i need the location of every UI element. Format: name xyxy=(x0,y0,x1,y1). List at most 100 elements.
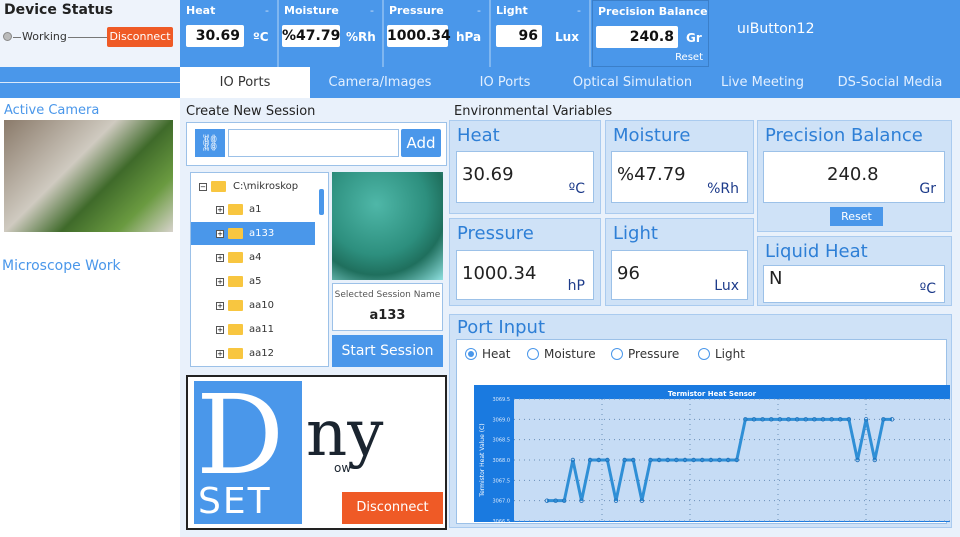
expand-icon[interactable]: + xyxy=(216,326,224,334)
card-unit: %Rh xyxy=(707,181,739,197)
card-value: 1000.34 xyxy=(462,263,537,284)
radio-icon[interactable] xyxy=(611,348,623,360)
card-unit: Lux xyxy=(714,278,739,294)
start-session-button[interactable]: Start Session xyxy=(332,335,443,367)
expand-icon[interactable]: + xyxy=(216,350,224,358)
tree-item[interactable]: + aa10 xyxy=(191,294,315,317)
selected-session-box: Selected Session Name a133 xyxy=(332,283,443,331)
card-value: 96 xyxy=(617,263,640,284)
disconnect-button[interactable]: Disconnect xyxy=(107,27,173,47)
session-tree[interactable]: − C:\mikroskop + a1 + a133 + a4 + a5 + aa10 + aa11 + a… xyxy=(190,172,329,367)
expand-icon[interactable]: + xyxy=(216,206,224,214)
camera-feed xyxy=(4,120,173,232)
y-tick-label: 3066.5 xyxy=(493,519,511,522)
card-title: Port Input xyxy=(457,317,546,338)
y-tick-label: 3067.5 xyxy=(493,478,511,484)
microscope-image xyxy=(332,172,443,280)
folder-icon xyxy=(228,252,243,263)
sensor-unit: ºC xyxy=(253,30,269,44)
sensor-value: 96 xyxy=(496,25,542,47)
sensor-heat: Heat - 30.69 ºC xyxy=(181,0,279,67)
tab-io-ports[interactable]: IO Ports xyxy=(180,67,310,98)
radio-pressure[interactable]: Pressure xyxy=(611,347,679,361)
folder-icon xyxy=(228,276,243,287)
radio-label: Moisture xyxy=(544,347,596,361)
add-button[interactable]: Add xyxy=(401,129,441,157)
scrollbar-thumb[interactable] xyxy=(319,189,324,215)
card-unit: ºC xyxy=(919,281,936,297)
folder-icon xyxy=(228,324,243,335)
logo-box: D SET ny ow Disconnect xyxy=(186,371,447,530)
card-moisture: Moisture %47.79 %Rh xyxy=(605,120,754,214)
card-heat: Heat 30.69 ºC xyxy=(449,120,601,214)
radio-icon[interactable] xyxy=(527,348,539,360)
sensor-unit: Gr xyxy=(686,31,702,45)
y-tick-label: 3069.0 xyxy=(493,417,511,423)
card-title: Precision Balance xyxy=(765,125,923,146)
network-icon[interactable]: ⛓ xyxy=(195,129,225,157)
tree-label: a1 xyxy=(249,204,262,215)
tab-camera-images[interactable]: Camera/Images xyxy=(310,67,450,98)
reset-button[interactable]: Reset xyxy=(675,52,703,63)
sensor-label: Light xyxy=(496,4,528,17)
radio-heat[interactable]: Heat xyxy=(465,347,510,361)
y-tick-label: 3068.5 xyxy=(493,438,511,444)
tree-item[interactable]: + a133 xyxy=(191,222,315,245)
card-precision-balance: Precision Balance 240.8 Gr Reset xyxy=(757,120,952,232)
folder-icon xyxy=(228,300,243,311)
folder-icon xyxy=(228,228,243,239)
expand-icon[interactable]: + xyxy=(216,278,224,286)
tree-item[interactable]: + a4 xyxy=(191,246,315,269)
card-liquid-heat: Liquid Heat NºC xyxy=(757,236,952,306)
sensor-pressure: Pressure - 1000.34 hPa xyxy=(384,0,491,67)
y-axis-label: Termistor Heat Value (C) xyxy=(479,423,486,497)
disconnect-logo-button[interactable]: Disconnect xyxy=(342,492,443,524)
card-value: 30.69 xyxy=(462,164,514,185)
microscope-work-link[interactable]: Microscope Work xyxy=(2,258,121,274)
radio-icon[interactable] xyxy=(465,348,477,360)
tree-item[interactable]: + a1 xyxy=(191,198,315,221)
divider xyxy=(0,82,180,83)
sensor-dash: - xyxy=(370,4,374,17)
tab-io-ports-2[interactable]: IO Ports xyxy=(450,67,560,98)
tree-label: a4 xyxy=(249,252,262,263)
selected-session-value: a133 xyxy=(369,308,406,323)
radio-label: Light xyxy=(715,347,745,361)
tab-optical-simulation[interactable]: Optical Simulation xyxy=(560,67,705,98)
sensor-value: 240.8 xyxy=(596,26,678,48)
expand-icon[interactable]: + xyxy=(216,254,224,262)
heat-sensor-chart: Termistor Heat Sensor Termistor Heat Valu… xyxy=(474,385,950,522)
card-unit: Gr xyxy=(919,181,936,197)
folder-icon xyxy=(228,204,243,215)
status-indicator-icon xyxy=(3,32,12,41)
session-name-input[interactable] xyxy=(228,129,399,157)
tree-label: aa10 xyxy=(249,300,274,311)
tree-item[interactable]: + aa12 xyxy=(191,342,315,365)
sensor-label: Precision Balance xyxy=(598,5,708,18)
tree-item[interactable]: + aa11 xyxy=(191,318,315,341)
divider xyxy=(13,37,21,38)
card-unit: ºC xyxy=(568,181,585,197)
reset-balance-button[interactable]: Reset xyxy=(830,207,883,226)
sensor-unit: %Rh xyxy=(346,30,376,44)
tree-label: aa12 xyxy=(249,348,274,359)
sensor-value: 30.69 xyxy=(186,25,244,47)
divider xyxy=(68,37,108,38)
tree-item[interactable]: + a5 xyxy=(191,270,315,293)
radio-light[interactable]: Light xyxy=(698,347,745,361)
expand-icon[interactable]: + xyxy=(216,230,224,238)
tree-label: C:\mikroskop xyxy=(233,181,299,192)
tab-ds-social-media[interactable]: DS-Social Media xyxy=(820,67,960,98)
radio-icon[interactable] xyxy=(698,348,710,360)
tab-live-meeting[interactable]: Live Meeting xyxy=(705,67,820,98)
expand-icon[interactable]: + xyxy=(216,302,224,310)
ui-button-12[interactable]: uıButton12 xyxy=(737,21,814,37)
radio-moisture[interactable]: Moisture xyxy=(527,347,596,361)
card-value: N xyxy=(769,268,783,289)
sensor-moisture: Moisture - %47.79 %Rh xyxy=(279,0,384,67)
sensor-precision-balance: Precision Balance 240.8 Gr Reset xyxy=(592,0,709,67)
sensor-value: 1000.34 xyxy=(387,25,451,47)
tree-root[interactable]: − C:\mikroskop xyxy=(191,175,315,198)
active-camera-label: Active Camera xyxy=(4,103,100,118)
card-title: Moisture xyxy=(613,125,691,146)
